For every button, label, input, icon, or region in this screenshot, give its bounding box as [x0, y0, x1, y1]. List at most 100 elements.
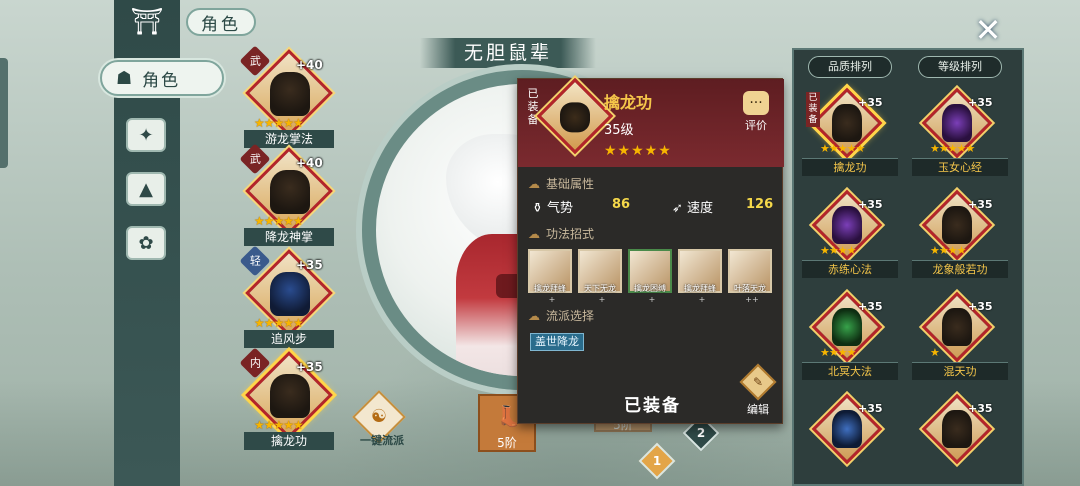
skill-level: +35: [296, 258, 323, 272]
close-icon[interactable]: ✕: [970, 12, 1006, 48]
skill-stars: ★★★★★: [254, 418, 304, 432]
stat-row: ⚱ 气势 86 ➶ 速度 126: [532, 197, 774, 217]
popup-header: 已装备 擒龙功 35级 ★★★★★ ··· 评价: [518, 77, 784, 167]
move-slot[interactable]: 擒龙困缚 +: [628, 249, 672, 304]
cloud-icon: ☁: [528, 177, 540, 191]
tab-character-label: 角色: [142, 70, 181, 91]
stat-value: 86: [612, 197, 631, 212]
pet-icon: ✿: [138, 232, 154, 254]
move-slot[interactable]: 叶落天龙 ++: [728, 249, 772, 304]
moves-list: 擒龙拜蜂 + 天下无龙 + 擒龙困缚 + 擒龙拜蜂 + 叶落天龙 ++: [528, 249, 778, 304]
inventory-item[interactable]: +35 ★★★★ 北冥大法: [800, 291, 900, 382]
move-slot[interactable]: 擒龙拜蜂 +: [528, 249, 572, 304]
item-stars: ★★★★: [820, 346, 856, 359]
item-name: 玉女心经: [912, 158, 1008, 176]
inventory-item[interactable]: +35: [910, 393, 1010, 484]
skill-name: 擒龙功: [244, 432, 334, 450]
inventory-item[interactable]: +35 ★★★★ 龙象般若功: [910, 189, 1010, 280]
skill-slot-1[interactable]: 武 +40 ★★★★★ 游龙掌法: [239, 45, 334, 152]
character-name: 无胆鼠辈: [420, 38, 596, 68]
fire-icon: ✦: [138, 124, 154, 146]
skill-title: 擒龙功: [604, 93, 653, 112]
skill-level: +35: [296, 360, 323, 374]
hat-icon: ☗: [116, 67, 133, 89]
item-stars: ★: [930, 346, 940, 359]
review-button[interactable]: ··· 评价: [740, 91, 772, 137]
inventory-item[interactable]: 已装备 +35 ★★★★★ 擒龙功: [800, 87, 900, 178]
skill-art: [270, 272, 310, 316]
item-art: [832, 104, 862, 142]
inventory-item[interactable]: +35: [800, 393, 900, 484]
pagoda-icon: ▲: [139, 178, 153, 200]
page-title: 角色: [186, 8, 256, 36]
item-level: +35: [858, 402, 883, 415]
skill-slot-4[interactable]: 内 +35 ★★★★★ 擒龙功: [239, 347, 334, 454]
item-name: 龙象般若功: [912, 260, 1008, 278]
item-stars: ★★★★★: [820, 142, 865, 155]
skill-icon: [536, 77, 614, 155]
left-edge-handle[interactable]: [0, 58, 8, 168]
equip-state-button[interactable]: 已装备: [624, 391, 681, 416]
skill-stars: ★★★★★: [254, 116, 304, 130]
skill-level: +40: [296, 58, 323, 72]
pavilion-icon[interactable]: ⛩: [130, 6, 164, 38]
item-name: 北冥大法: [802, 362, 898, 380]
item-level: +35: [968, 402, 993, 415]
sort-quality-button[interactable]: 品质排列: [808, 56, 892, 78]
item-level: +35: [968, 198, 993, 211]
school-selection-tag[interactable]: 盖世降龙: [530, 333, 584, 351]
item-art: [942, 104, 972, 142]
inventory-item[interactable]: +35 ★★★★★ 玉女心经: [910, 87, 1010, 178]
stat-label: ➶ 速度: [672, 201, 714, 216]
skill-art: [270, 72, 310, 116]
edit-button[interactable]: ✎ 编辑: [739, 363, 777, 416]
stat-value: 126: [746, 197, 774, 212]
item-stars: ★★★★: [930, 244, 966, 257]
sidebar-item-pet[interactable]: ✿: [126, 226, 166, 260]
review-label: 评价: [745, 119, 767, 132]
item-art: [942, 410, 972, 448]
skill-stars: ★★★★★: [254, 214, 304, 228]
section-basic-attributes: ☁ 基础属性: [528, 177, 595, 191]
skill-name: 追风步: [244, 330, 334, 348]
inventory-item[interactable]: +35 ★ 混天功: [910, 291, 1010, 382]
item-art: [832, 410, 862, 448]
skill-inventory-panel: 品质排列 等级排列 已装备 +35 ★★★★★ 擒龙功 +35 ★★★★★ 玉女…: [792, 48, 1024, 486]
tab-character[interactable]: ☗ 角色: [100, 60, 224, 96]
skill-slot-3[interactable]: 轻 +35 ★★★★★ 追风步: [239, 245, 334, 352]
item-art: [942, 308, 972, 346]
tier-label: 5阶: [497, 436, 517, 450]
move-slot[interactable]: 擒龙拜蜂 +: [678, 249, 722, 304]
sort-level-button[interactable]: 等级排列: [918, 56, 1002, 78]
item-level: +35: [858, 198, 883, 211]
skill-name: 降龙神掌: [244, 228, 334, 246]
skill-art: [270, 374, 310, 418]
skill-level: 35级: [604, 123, 634, 138]
cloud-icon: ☁: [528, 227, 540, 241]
skill-detail-popup: 已装备 擒龙功 35级 ★★★★★ ··· 评价 ☁ 基础属性 ⚱ 气势 86 ➶…: [517, 77, 784, 424]
skill-level: +40: [296, 156, 323, 170]
item-art: [832, 206, 862, 244]
equipped-tag: 已装备: [806, 92, 820, 127]
item-name: 擒龙功: [802, 158, 898, 176]
skill-stars: ★★★★★: [604, 143, 672, 159]
edit-icon: ✎: [739, 363, 777, 401]
item-stars: ★★★★: [820, 244, 856, 257]
item-name: 混天功: [912, 362, 1008, 380]
cloud-icon: ☁: [528, 309, 540, 323]
one-click-label: 一键流派: [360, 434, 404, 447]
skill-stars: ★★★★★: [254, 316, 304, 330]
item-art: [832, 308, 862, 346]
skill-slot-2[interactable]: 武 +40 ★★★★★ 降龙神掌: [239, 143, 334, 250]
item-stars: ★★★★★: [930, 142, 975, 155]
sidebar-item-fire[interactable]: ✦: [126, 118, 166, 152]
item-level: +35: [968, 300, 993, 313]
sidebar-item-pagoda[interactable]: ▲: [126, 172, 166, 206]
move-slot[interactable]: 天下无龙 +: [578, 249, 622, 304]
inventory-item[interactable]: +35 ★★★★ 赤练心法: [800, 189, 900, 280]
section-school: ☁ 流派选择: [528, 309, 595, 323]
skill-art: [270, 170, 310, 214]
one-click-school-button[interactable]: ☯ 一键流派: [352, 390, 412, 454]
item-level: +35: [858, 96, 883, 109]
chat-icon: ···: [743, 91, 769, 115]
